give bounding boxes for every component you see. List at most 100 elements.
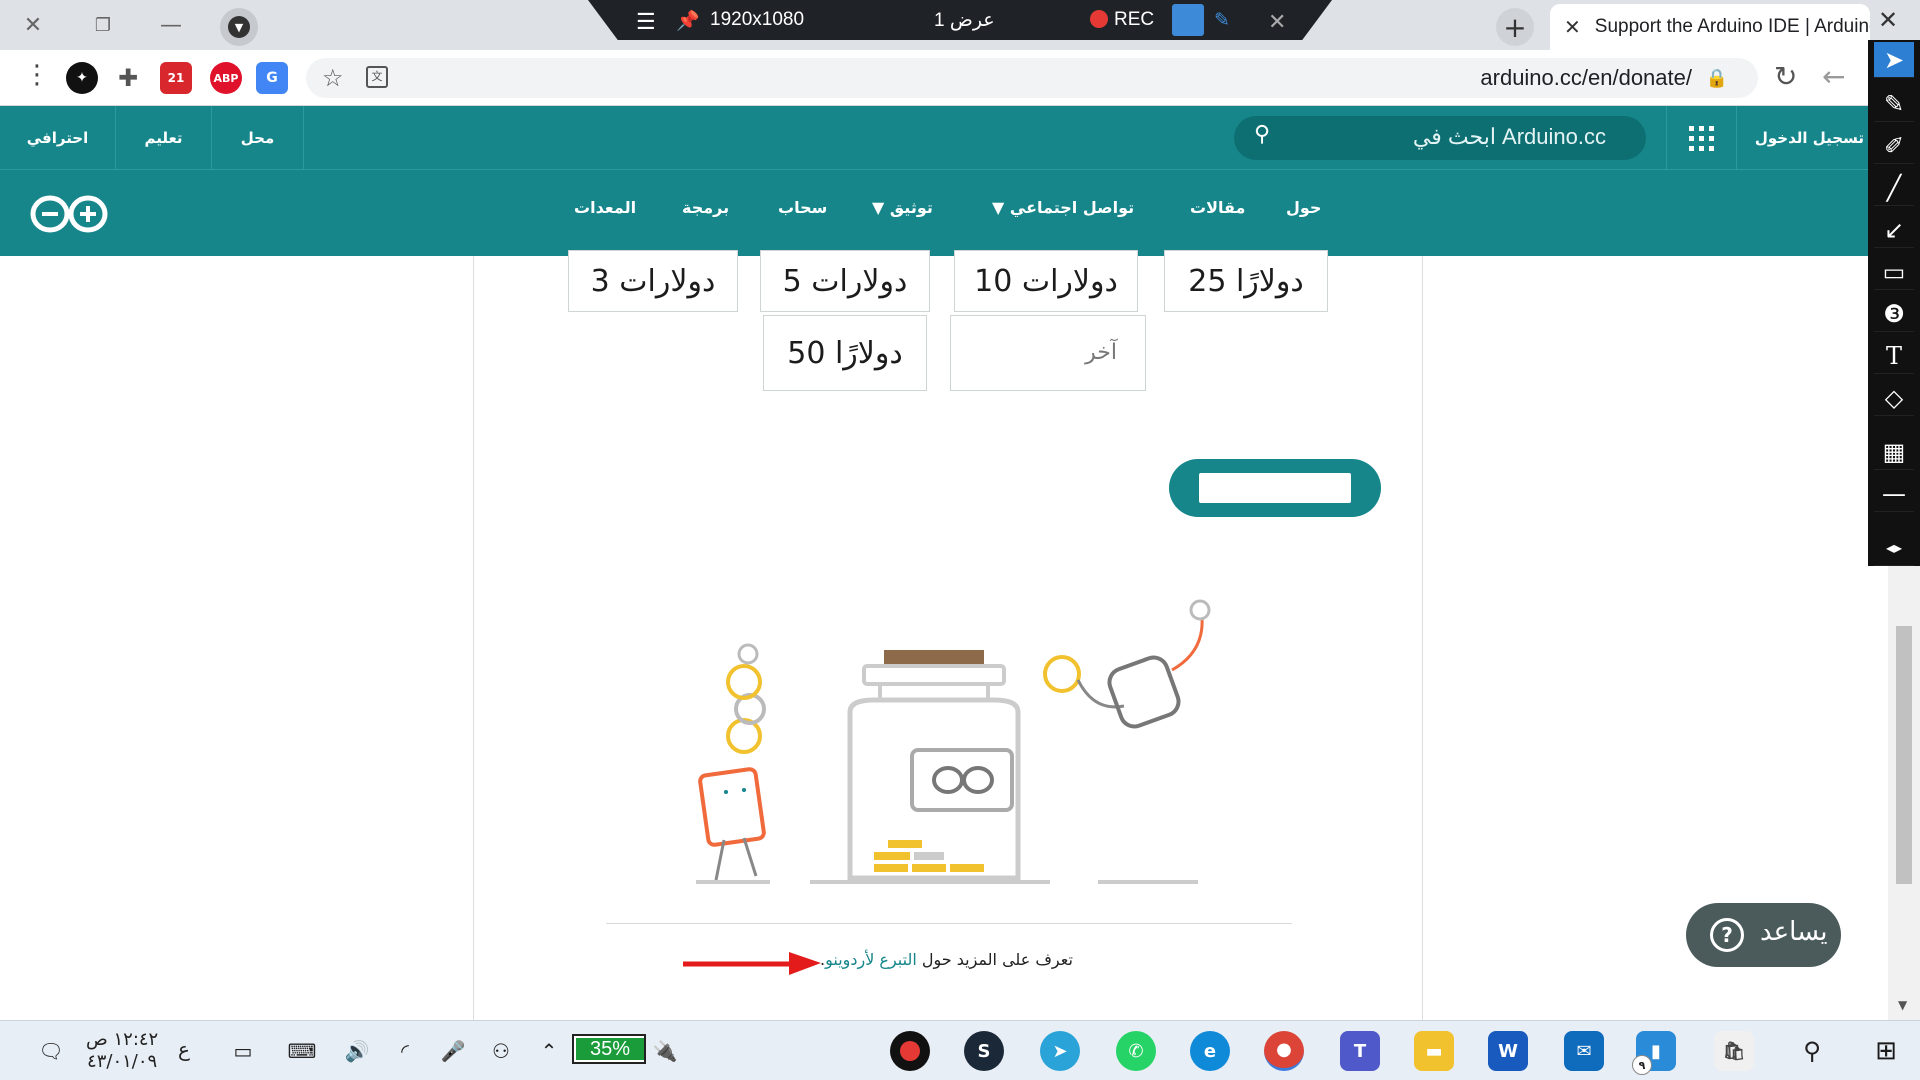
extension-adblock-icon[interactable]: ABP (210, 62, 242, 94)
learn-more-prefix: تعرف على المزيد حول (916, 950, 1073, 969)
nav-store[interactable]: محل (212, 106, 304, 170)
omnibox[interactable]: ☆ 文 arduino.cc/en/donate/ 🔒 (306, 58, 1758, 98)
back-arrow-icon[interactable]: ← (1822, 60, 1845, 93)
rectangle-tool-icon[interactable]: ▭ (1874, 254, 1914, 290)
counter-tool-icon[interactable]: ❸ (1874, 296, 1914, 332)
tab-close-icon[interactable]: ✕ (1564, 15, 1581, 40)
recorder-close-icon[interactable]: ✕ (1268, 9, 1286, 35)
clock[interactable]: ١٢:٤٢ ص ٤٣/٠١/٠٩ (86, 1029, 158, 1073)
teams-app-icon[interactable]: T (1340, 1031, 1380, 1071)
phone-link-app-icon[interactable]: ٩ ▮ (1632, 1031, 1676, 1075)
scroll-down-icon[interactable]: ▼ (1898, 998, 1907, 1012)
donation-illustration (696, 599, 1211, 884)
learn-more-link[interactable]: التبرع لأردوينو (825, 950, 917, 969)
address-bar-row: ⋮ ✦ ✚ 21 ABP G ☆ 文 arduino.cc/en/donate/… (0, 50, 1920, 106)
amount-10-button[interactable]: دولارات 10 (954, 250, 1138, 312)
star-icon[interactable]: ☆ (322, 64, 344, 92)
line-width-tool-icon[interactable]: — (1874, 476, 1914, 512)
media-control-button[interactable]: ▼ (220, 8, 258, 46)
close-window-icon[interactable]: ✕ (16, 8, 50, 42)
battery-indicator[interactable]: 35% (572, 1034, 646, 1064)
highlighter-tool-icon[interactable]: ✐ (1874, 128, 1914, 164)
page-translate-icon[interactable]: 文 (366, 66, 388, 88)
extension-translate-icon[interactable]: G (256, 62, 288, 94)
pen-icon[interactable]: ✎ (1214, 9, 1230, 32)
browser-menu-icon[interactable]: ⋮ (24, 60, 50, 90)
amount-50-button[interactable]: دولارًا 50 (763, 315, 927, 391)
menu-icon[interactable]: ☰ (636, 9, 656, 35)
nav-articles[interactable]: مقالات (1190, 198, 1245, 217)
show-hidden-icons[interactable]: ⌃ (534, 1031, 564, 1071)
nav-documentation[interactable]: ▼ توثيق (872, 198, 933, 217)
telegram-app-icon[interactable]: ➤ (1040, 1031, 1080, 1071)
arrow-tool-icon[interactable]: ↙ (1874, 212, 1914, 248)
restore-window-icon[interactable]: ❐ (86, 8, 120, 42)
microphone-icon[interactable]: 🎤 (438, 1031, 468, 1071)
login-link[interactable]: تسجيل الدخول (1736, 106, 1868, 170)
arduino-logo[interactable] (30, 194, 108, 234)
camera-icon[interactable] (1172, 4, 1204, 36)
amount-3-button[interactable]: دولارات 3 (568, 250, 738, 312)
whatsapp-app-icon[interactable]: ✆ (1116, 1031, 1156, 1071)
edge-app-icon[interactable]: e (1190, 1031, 1230, 1071)
chrome-app-icon[interactable]: ● (1264, 1031, 1304, 1071)
opacity-tool-icon[interactable]: ▦ (1874, 434, 1914, 470)
rec-button[interactable]: REC (1090, 9, 1154, 31)
tablet-mode-icon[interactable]: ▭ (228, 1031, 258, 1071)
extension-lightbulb-icon[interactable]: ✦ (66, 62, 98, 94)
file-explorer-app-icon[interactable]: ▬ (1414, 1031, 1454, 1071)
notification-center-icon[interactable]: 🗨 (34, 1031, 68, 1071)
site-search-input[interactable]: ⚲ ابحث في Arduino.cc (1234, 116, 1646, 160)
nav-pro[interactable]: احترافي (0, 106, 116, 170)
text-tool-icon[interactable]: T (1874, 338, 1914, 374)
minimize-window-icon[interactable]: — (154, 8, 188, 42)
nav-community[interactable]: ▼ تواصل اجتماعي (992, 198, 1134, 217)
collapse-toolbar-icon[interactable]: ◂▸ (1874, 530, 1914, 566)
steam-app-icon[interactable]: S (964, 1031, 1004, 1071)
pointer-tool-icon[interactable]: ➤ (1874, 42, 1914, 78)
store-app-icon[interactable]: 🛍 (1714, 1031, 1754, 1071)
pen-tool-icon[interactable]: ✎ (1874, 86, 1914, 122)
search-icon[interactable]: ⚲ (1792, 1031, 1832, 1071)
new-tab-button[interactable]: + (1496, 8, 1534, 46)
apps-button[interactable] (1666, 106, 1736, 170)
display-label[interactable]: عرض 1 (934, 9, 995, 32)
url-text[interactable]: arduino.cc/en/donate/ (1480, 65, 1692, 91)
eraser-tool-icon[interactable]: ◇ (1874, 380, 1914, 416)
lock-icon[interactable]: 🔒 (1706, 68, 1728, 89)
extensions-puzzle-icon[interactable]: ✚ (112, 62, 144, 94)
tab-title: Support the Arduino IDE | Arduino (1594, 16, 1870, 37)
resolution-label: 1920x1080 (710, 9, 805, 30)
nav-education[interactable]: تعليم (116, 106, 212, 170)
screen-recorder-bar: ☰ 📌 1920x1080 عرض 1 REC ✎ ✕ (588, 0, 1332, 40)
annotation-close-icon[interactable]: ✕ (1878, 6, 1898, 34)
nav-hardware[interactable]: المعدات (574, 198, 636, 217)
recorder-app-icon[interactable] (890, 1031, 930, 1071)
input-language[interactable]: ع (178, 1037, 190, 1061)
active-tab[interactable]: ✕ Support the Arduino IDE | Arduino (1550, 4, 1870, 50)
amount-25-button[interactable]: دولارًا 25 (1164, 250, 1328, 312)
nav-documentation-label: توثيق (889, 198, 933, 217)
help-button[interactable]: ? يساعد (1686, 903, 1841, 967)
keyboard-icon[interactable]: ⌨ (282, 1031, 322, 1071)
power-settings-icon[interactable]: ⚇ (486, 1031, 516, 1071)
word-app-icon[interactable]: W (1488, 1031, 1528, 1071)
donate-button[interactable] (1169, 459, 1381, 517)
nav-software[interactable]: برمجة (682, 198, 729, 217)
other-amount-input[interactable]: آخر (950, 315, 1146, 391)
chevron-down-icon: ▼ (992, 198, 1010, 217)
scroll-thumb[interactable] (1896, 626, 1912, 884)
mail-app-icon[interactable]: ✉ (1564, 1031, 1604, 1071)
wifi-icon[interactable]: ◜ (390, 1031, 420, 1071)
reload-icon[interactable]: ↻ (1774, 60, 1797, 93)
donate-button-field (1199, 473, 1351, 503)
start-icon[interactable]: ⊞ (1866, 1031, 1906, 1071)
nav-about[interactable]: حول (1286, 198, 1321, 217)
volume-icon[interactable]: 🔊 (342, 1031, 372, 1071)
extension-calendar-icon[interactable]: 21 (160, 62, 192, 94)
line-tool-icon[interactable]: ╱ (1874, 170, 1914, 206)
site-top-nav: احترافي تعليم محل ⚲ ابحث في Arduino.cc ت… (0, 106, 1868, 170)
amount-5-button[interactable]: دولارات 5 (760, 250, 930, 312)
pin-icon[interactable]: 📌 (676, 9, 700, 33)
nav-cloud[interactable]: سحاب (778, 198, 827, 217)
